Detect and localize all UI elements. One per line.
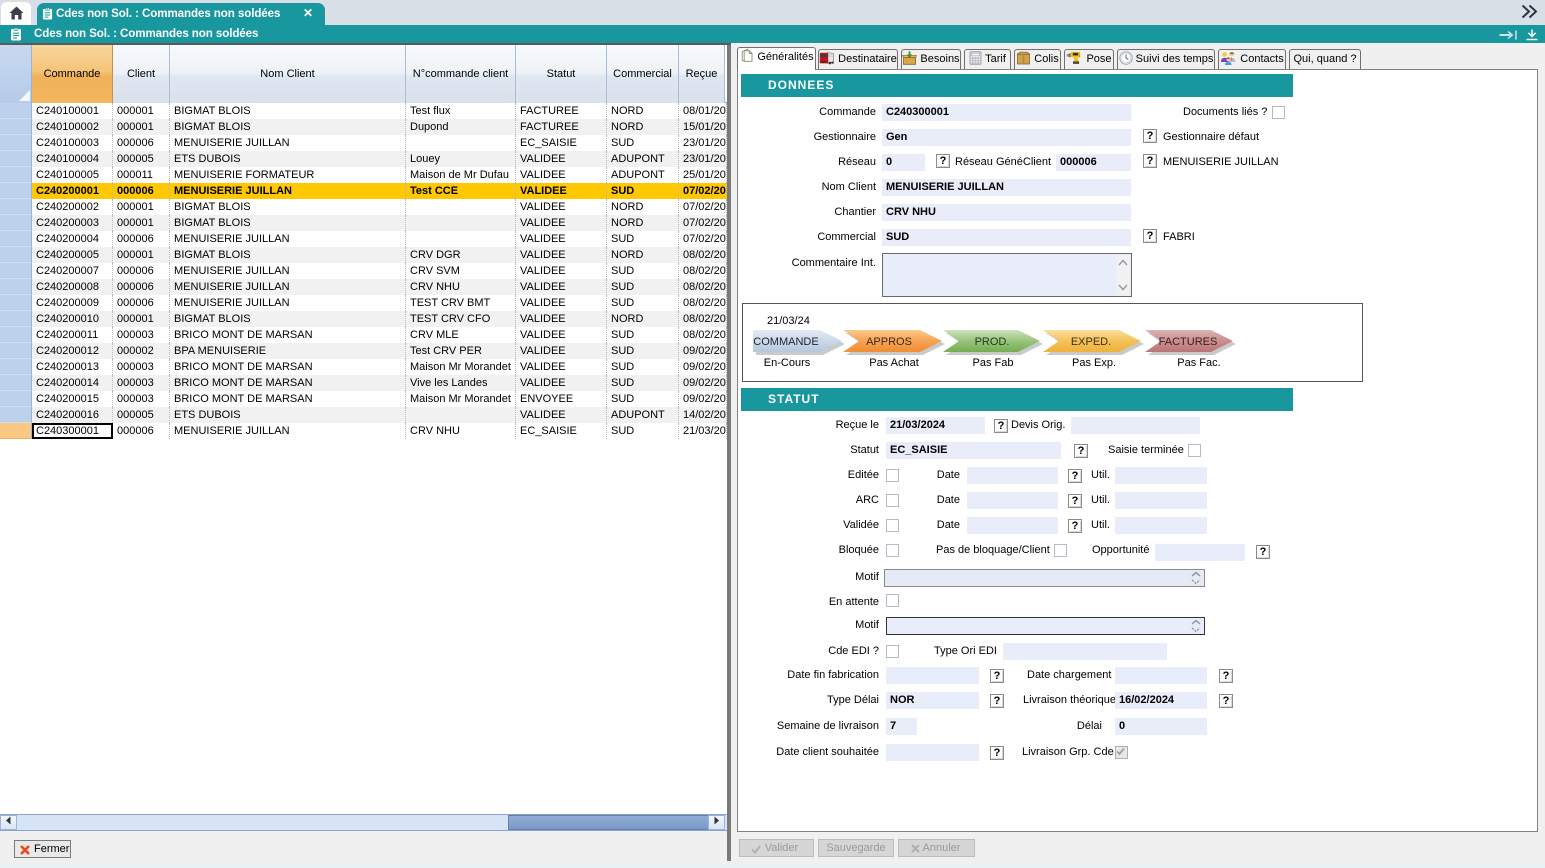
svg-text:EXPED.: EXPED. (1071, 336, 1111, 348)
svg-text:FACTURES: FACTURES (1159, 336, 1218, 348)
svg-text:APPROS: APPROS (866, 336, 912, 348)
svg-text:COMMANDE: COMMANDE (753, 336, 818, 348)
svg-text:PROD.: PROD. (975, 336, 1010, 348)
